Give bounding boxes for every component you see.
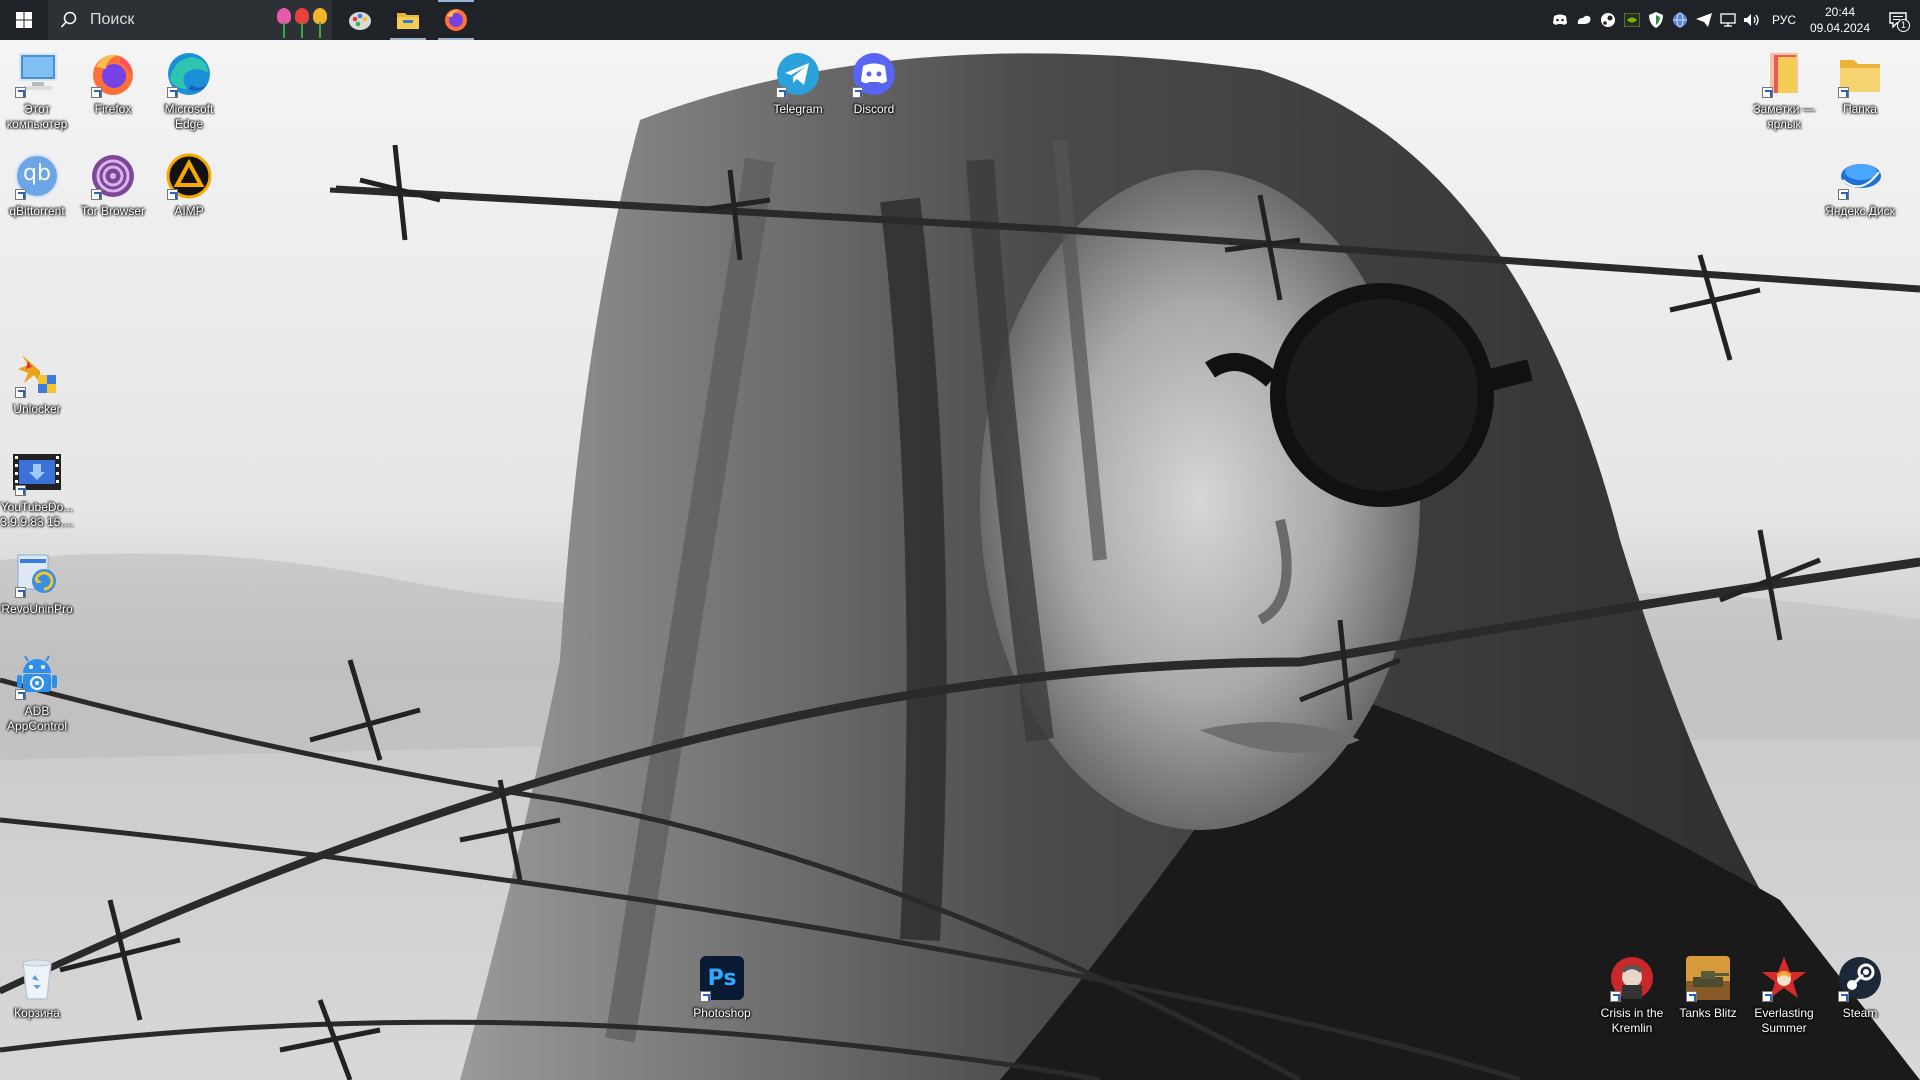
shortcut-arrow-icon <box>1838 87 1849 98</box>
desktop-icon-label: Tanks Blitz <box>1679 1006 1737 1020</box>
desktop-icon-label: Discord <box>853 102 895 116</box>
volume-icon[interactable] <box>1740 0 1764 40</box>
desktop-icon-label: Crisis in the Kremlin <box>1600 1006 1664 1035</box>
telegram-icon[interactable] <box>1692 0 1716 40</box>
shortcut-arrow-icon <box>1838 991 1849 1002</box>
search-icon <box>60 11 77 28</box>
desktop-icon-adb-appcontrol[interactable]: ADB AppControl <box>0 652 74 734</box>
globe-icon[interactable] <box>1668 0 1692 40</box>
desktop-icon-label: qBittorrent <box>9 204 65 218</box>
pinned-apps <box>336 0 480 40</box>
desktop-icon-telegram[interactable]: Telegram <box>761 50 835 117</box>
steam-icon[interactable] <box>1596 0 1620 40</box>
desktop-icon-label: YouTubeDo... 3.9.9.83 15.... <box>0 500 74 529</box>
desktop-icon-label: Этот компьютер <box>6 102 68 131</box>
desktop-icon-aimp[interactable]: AIMP <box>152 152 226 219</box>
taskbar-paint[interactable] <box>336 0 384 40</box>
file-explorer-icon <box>397 13 419 29</box>
taskbar-search[interactable] <box>48 0 332 40</box>
desktop-icon-label: ADB AppControl <box>6 704 68 733</box>
desktop-icon-yandex-disk[interactable]: Яндекс.Диск <box>1823 152 1897 219</box>
desktop-icon-this-pc[interactable]: Этот компьютер <box>0 50 74 132</box>
desktop-icon-label: Everlasting Summer <box>1754 1006 1814 1035</box>
desktop-icon-label: Заметки — ярлык <box>1753 102 1815 131</box>
desktop-icon-qbittorrent[interactable]: qb qBittorrent <box>0 152 74 219</box>
desktop-icon-youtube-downloader[interactable]: YouTubeDo... 3.9.9.83 15.... <box>0 448 74 530</box>
desktop-icon-notes-shortcut[interactable]: Заметки — ярлык <box>1747 50 1821 132</box>
desktop-icon-tor-browser[interactable]: Tor Browser <box>76 152 150 219</box>
desktop-icon-label: Яндекс.Диск <box>1825 204 1895 218</box>
desktop-icon-firefox[interactable]: Firefox <box>76 50 150 117</box>
qbittorrent-badge: qb <box>23 161 51 186</box>
network-icon[interactable] <box>1716 0 1740 40</box>
taskbar: РУС 20:44 09.04.2024 1 <box>0 0 1920 40</box>
shortcut-arrow-icon <box>91 189 102 200</box>
clock-time: 20:44 <box>1824 5 1856 19</box>
desktop-icon-recycle-bin[interactable]: Корзина <box>0 954 74 1021</box>
recycle-bin-icon <box>22 959 52 1000</box>
desktop-icon-label: Unlocker <box>13 402 61 416</box>
desktop-icon-label: Tor Browser <box>80 204 145 218</box>
desktop-icon-photoshop[interactable]: Ps Photoshop <box>685 954 759 1021</box>
cloud-icon[interactable] <box>1572 0 1596 40</box>
desktop-icon-label: Корзина <box>14 1006 60 1020</box>
desktop-icon-label: RevoUninPro <box>1 602 73 616</box>
desktop-icon-label: AIMP <box>174 204 204 218</box>
desktop-icon-everlasting-summer[interactable]: Everlasting Summer <box>1747 954 1821 1036</box>
shortcut-arrow-icon <box>15 485 26 496</box>
shield-icon[interactable] <box>1644 0 1668 40</box>
shortcut-arrow-icon <box>1762 87 1773 98</box>
search-input[interactable] <box>88 10 242 30</box>
desktop-icon-label: Steam <box>1842 1006 1878 1020</box>
desktop-icon-steam[interactable]: Steam <box>1823 954 1897 1021</box>
taskbar-file-explorer[interactable] <box>384 0 432 40</box>
taskbar-firefox[interactable] <box>432 0 480 40</box>
shortcut-arrow-icon <box>1686 991 1697 1002</box>
desktop-icon-tanks-blitz[interactable]: Tanks Blitz <box>1671 954 1745 1021</box>
desktop-icon-label: Папка <box>1843 102 1877 116</box>
desktop-icon-revo-uninstaller[interactable]: RevoUninPro <box>0 550 74 617</box>
desktop-icon-discord[interactable]: Discord <box>837 50 911 117</box>
shortcut-arrow-icon <box>852 87 863 98</box>
action-center-button[interactable]: 1 <box>1876 0 1920 40</box>
firefox-icon <box>445 9 467 31</box>
desktop-icon-grid: Этот компьютер qb qBittorrent Unlocker Y… <box>0 40 1920 1080</box>
shortcut-arrow-icon <box>167 87 178 98</box>
system-tray: РУС 20:44 09.04.2024 1 <box>1548 0 1920 40</box>
paint-icon <box>349 12 371 30</box>
shortcut-arrow-icon <box>15 87 26 98</box>
shortcut-arrow-icon <box>15 387 26 398</box>
desktop-icon-label: Photoshop <box>693 1006 751 1020</box>
shortcut-arrow-icon <box>15 189 26 200</box>
nvidia-icon[interactable] <box>1620 0 1644 40</box>
shortcut-arrow-icon <box>776 87 787 98</box>
desktop-icon-unlocker[interactable]: Unlocker <box>0 350 74 417</box>
input-language[interactable]: РУС <box>1764 13 1804 27</box>
taskbar-clock[interactable]: 20:44 09.04.2024 <box>1804 4 1876 36</box>
desktop-icon-label: Telegram <box>773 102 823 116</box>
desktop-icon-folder[interactable]: Папка <box>1823 50 1897 117</box>
search-highlight-tulips-icon <box>276 2 328 38</box>
desktop-icon-edge[interactable]: Microsoft Edge <box>152 50 226 132</box>
windows-logo-icon <box>16 12 32 28</box>
notification-count-badge: 1 <box>1897 19 1910 32</box>
desktop-icon-label: Microsoft Edge <box>164 102 214 131</box>
shortcut-arrow-icon <box>700 991 711 1002</box>
desktop-icon-label: Firefox <box>94 102 132 116</box>
shortcut-arrow-icon <box>15 689 26 700</box>
shortcut-arrow-icon <box>15 587 26 598</box>
start-button[interactable] <box>0 0 48 40</box>
shortcut-arrow-icon <box>1610 991 1621 1002</box>
shortcut-arrow-icon <box>1762 991 1773 1002</box>
discord-icon[interactable] <box>1548 0 1572 40</box>
desktop-icon-crisis-kremlin[interactable]: Crisis in the Kremlin <box>1595 954 1669 1036</box>
shortcut-arrow-icon <box>167 189 178 200</box>
clock-date: 09.04.2024 <box>1809 21 1871 35</box>
shortcut-arrow-icon <box>1838 189 1849 200</box>
shortcut-arrow-icon <box>91 87 102 98</box>
